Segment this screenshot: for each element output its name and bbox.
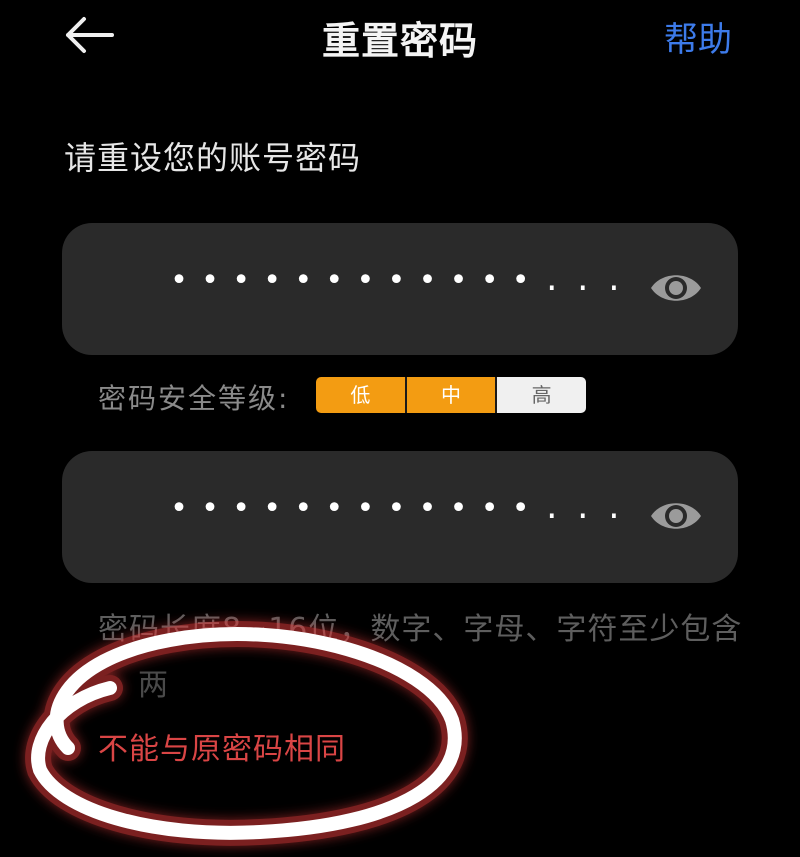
page-subtitle: 请重设您的账号密码 bbox=[64, 139, 362, 177]
show-password-button[interactable] bbox=[648, 265, 704, 311]
strength-label: 密码安全等级: bbox=[98, 382, 290, 415]
eye-icon bbox=[651, 275, 701, 301]
eye-icon bbox=[651, 503, 701, 529]
strength-level-medium: 中 bbox=[404, 377, 496, 413]
password-mask: ••••••••••••... bbox=[170, 263, 636, 298]
strength-level-low: 低 bbox=[316, 377, 405, 413]
top-bar: 重置密码 帮助 bbox=[0, 0, 800, 72]
strength-meter: 低 中 高 bbox=[316, 377, 586, 413]
password-mask: ••••••••••••... bbox=[170, 491, 636, 526]
new-password-input[interactable]: ••••••••••••... bbox=[62, 223, 738, 355]
show-password-button[interactable] bbox=[648, 493, 704, 539]
help-link[interactable]: 帮助 bbox=[664, 12, 732, 61]
same-as-old-password-error: 不能与原密码相同 bbox=[98, 732, 346, 767]
strength-level-high: 高 bbox=[495, 377, 586, 413]
confirm-password-input[interactable]: ••••••••••••... bbox=[62, 451, 738, 583]
password-strength: 密码安全等级: 低 中 高 bbox=[98, 373, 618, 415]
